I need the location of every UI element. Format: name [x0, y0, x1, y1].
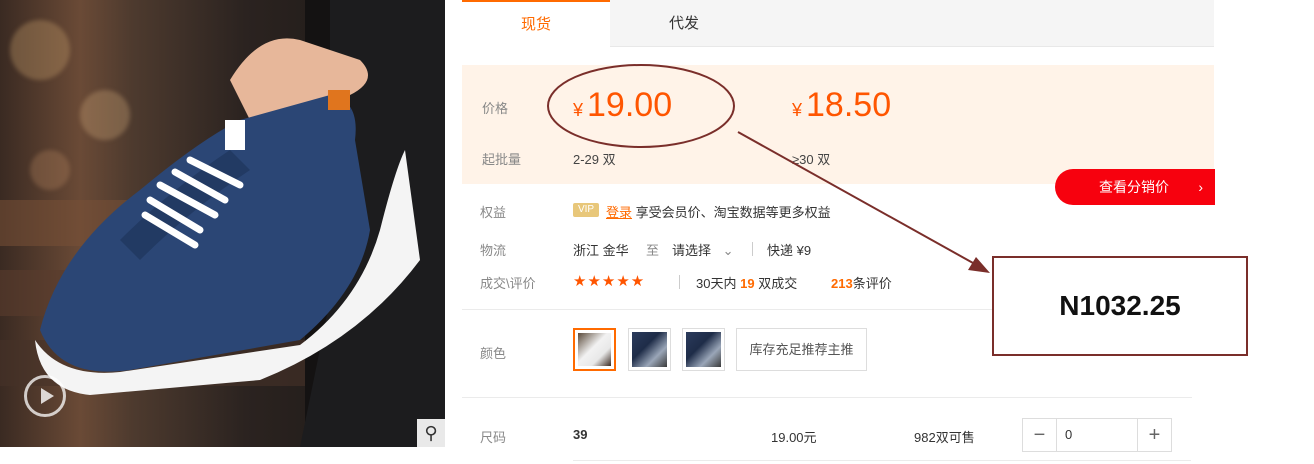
size-label: 尺码: [480, 430, 507, 445]
destination-select[interactable]: 请选择 ⌄: [672, 240, 734, 259]
sales-count: 30天内 19 双成交: [696, 273, 797, 292]
annotation-arrowhead: [968, 257, 990, 273]
view-distributor-price-button[interactable]: 查看分销价 ›: [1055, 169, 1215, 205]
logistics-label: 物流: [480, 243, 507, 258]
tab-bar: 现货 代发: [462, 0, 1214, 47]
destination-value: 请选择: [672, 243, 712, 258]
tab-spot[interactable]: 现货: [462, 0, 610, 47]
price-tier-1: ¥19.00: [573, 86, 672, 125]
price-tier-1-value: 19.00: [587, 86, 673, 124]
vip-badge: VIP: [573, 203, 599, 217]
benefits-label: 权益: [480, 205, 507, 220]
min-order-label: 起批量: [482, 152, 522, 167]
distributor-button-label: 查看分销价: [1099, 179, 1169, 195]
separator: [752, 242, 753, 256]
color-label: 颜色: [480, 346, 507, 361]
section-divider: [462, 397, 1192, 398]
separator: [679, 275, 680, 289]
sales-number: 19: [740, 276, 755, 291]
product-image[interactable]: ⚲: [0, 0, 445, 447]
plus-button[interactable]: +: [1137, 419, 1171, 451]
quantity-stepper: − 0 +: [1022, 418, 1172, 452]
minus-button[interactable]: −: [1023, 419, 1057, 451]
currency-symbol: ¥: [792, 100, 803, 120]
price-tier-2-value: 18.50: [806, 86, 892, 124]
chevron-right-icon: ›: [1198, 179, 1203, 195]
price-tier-2: ¥18.50: [792, 86, 891, 125]
annotation-box: N1032.25: [992, 256, 1248, 356]
sales-prefix: 30天内: [696, 276, 737, 291]
size-price: 19.00元: [771, 430, 817, 445]
color-swatch-navy[interactable]: [682, 328, 725, 371]
size-stock: 982双可售: [914, 430, 975, 445]
price-label: 价格: [482, 101, 509, 116]
price-tier-1-range: 2-29 双: [573, 152, 616, 167]
logistics-to-label: 至: [646, 243, 660, 258]
shipping-fee: 快递 ¥9: [767, 243, 812, 258]
rating-stars: ★★★★★: [573, 273, 646, 290]
quantity-input[interactable]: 0: [1065, 419, 1072, 451]
currency-symbol: ¥: [573, 100, 584, 120]
reviews-label: 成交\评价: [480, 276, 536, 291]
benefits-row: 登录 享受会员价、淘宝数据等更多权益: [606, 202, 831, 221]
shoe-illustration: [35, 0, 445, 447]
play-icon[interactable]: [24, 375, 66, 417]
review-suffix: 条评价: [852, 276, 892, 291]
review-number: 213: [831, 276, 853, 291]
review-count-link[interactable]: 213条评价: [831, 273, 892, 292]
color-swatch-blue[interactable]: [628, 328, 671, 371]
section-divider: [573, 460, 1191, 461]
price-panel: 价格 ¥19.00 ¥18.50 起批量 2-29 双 ≥30 双: [462, 65, 1214, 184]
size-value: 39: [573, 427, 588, 442]
sales-suffix: 双成交: [758, 276, 798, 291]
benefits-text: 享受会员价、淘宝数据等更多权益: [635, 205, 831, 220]
color-stock-note[interactable]: 库存充足推荐主推: [736, 328, 867, 371]
color-swatch-white[interactable]: [573, 328, 616, 371]
tab-dropship[interactable]: 代发: [610, 0, 758, 47]
logistics-origin: 浙江 金华: [573, 243, 629, 258]
chevron-down-icon: ⌄: [722, 243, 734, 258]
magnifier-icon[interactable]: ⚲: [417, 419, 445, 447]
price-tier-2-range: ≥30 双: [792, 152, 831, 167]
login-link[interactable]: 登录: [606, 205, 632, 220]
